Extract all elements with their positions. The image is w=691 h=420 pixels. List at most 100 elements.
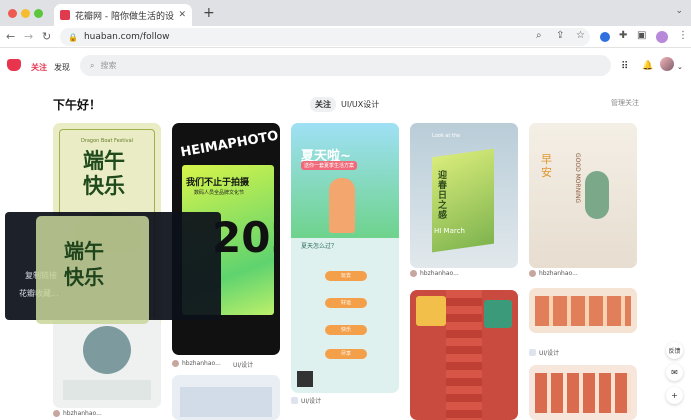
pin-card[interactable] — [410, 290, 518, 420]
avatar[interactable] — [660, 57, 674, 71]
tab-follow[interactable]: 关注 — [310, 97, 336, 112]
browser-tab[interactable]: 花瓣网 - 陪你做生活的设计师（发现... ✕ — [54, 4, 192, 26]
pin-card[interactable] — [172, 375, 280, 420]
zoom-icon[interactable]: ⌕ — [536, 30, 542, 41]
card-user[interactable]: hbzhanhao... — [420, 270, 459, 277]
card-text: HI March — [434, 227, 465, 235]
card-heading: 早安 — [541, 153, 552, 179]
nav-discover[interactable]: 发现 — [54, 62, 70, 73]
card-heading: 迎春日之感 — [438, 171, 448, 221]
forward-icon[interactable]: → — [24, 30, 33, 43]
card-board-label[interactable]: UI/设计 — [301, 396, 321, 405]
card-subtitle: 送你一套夏季生活方案 — [301, 161, 358, 170]
pin-card[interactable] — [529, 288, 637, 333]
illustration — [180, 387, 272, 417]
card-board-label[interactable]: UI/设计 — [539, 348, 559, 357]
star-icon[interactable]: ☆ — [576, 30, 585, 41]
avatar[interactable] — [172, 360, 179, 367]
illustration — [585, 171, 609, 219]
minimize-window-button[interactable] — [21, 9, 30, 18]
chevron-down-icon[interactable]: ⌄ — [677, 63, 683, 71]
puzzle-icon[interactable]: ✚ — [619, 30, 627, 41]
search-placeholder: 搜索 — [100, 61, 117, 70]
qr-code — [297, 371, 313, 387]
card-meta: UI/设计 — [291, 396, 321, 405]
pin-card[interactable] — [529, 365, 637, 420]
track-illustration — [446, 290, 482, 420]
card-text: Look at the — [432, 133, 461, 139]
card-user[interactable]: hbzhanhao... — [539, 270, 578, 277]
board-icon — [529, 349, 536, 356]
search-icon: ⌕ — [90, 60, 95, 70]
new-tab-button[interactable]: + — [203, 5, 215, 21]
plus-icon[interactable]: + — [666, 387, 683, 404]
card-meta: hbzhanhao... — [410, 270, 459, 277]
reload-icon[interactable]: ↻ — [42, 30, 51, 43]
board-icon — [291, 397, 298, 404]
avatar[interactable] — [53, 410, 60, 417]
tab-uiux[interactable]: UI/UX设计 — [336, 97, 384, 112]
card-board-label: UI/设计 — [233, 362, 254, 369]
close-tab-icon[interactable]: ✕ — [178, 10, 186, 20]
card-heading-line2: 快乐 — [64, 265, 104, 289]
pin-card[interactable]: 迎春日之感 HI March Look at the — [410, 123, 518, 268]
manage-follow-button[interactable]: 管理关注 — [611, 98, 639, 108]
grid-icon[interactable]: ⠿ — [621, 61, 628, 72]
profile-icon[interactable] — [656, 31, 668, 43]
card-meta: UI/设计 — [529, 348, 559, 357]
illustration — [535, 296, 631, 326]
illustration — [416, 296, 446, 326]
share-icon[interactable]: ⇪ — [556, 30, 564, 41]
card-heading: HEIMAPHOTO — [179, 128, 280, 161]
mail-icon[interactable]: ✉ — [666, 364, 683, 381]
site-header: 关注 发现 ⌕ 搜索 ⠿ 🔔 ⌄ — [0, 48, 691, 82]
illustration — [484, 300, 512, 328]
feedback-button[interactable]: 反馈 — [666, 342, 683, 359]
huaban-logo[interactable] — [7, 59, 21, 71]
tab-search-icon[interactable]: ⌄ — [675, 6, 683, 16]
close-window-button[interactable] — [8, 9, 17, 18]
card-user[interactable]: hbzhanhao... — [182, 360, 221, 367]
card-subtitle: Dragon Boat Festival — [80, 138, 134, 144]
maximize-window-button[interactable] — [34, 9, 43, 18]
lock-icon: 🔒 — [68, 32, 78, 42]
favicon-icon — [60, 10, 70, 20]
pin-card[interactable]: 夏天啦~ 送你一套夏季生活方案 夏天怎么过？ 玩去 好运 快乐 尽享 — [291, 123, 399, 393]
illustration — [83, 326, 131, 374]
card-chip: 好运 — [325, 298, 367, 308]
tab-title: 花瓣网 - 陪你做生活的设计师（发现... — [75, 11, 174, 22]
card-meta: hbzhanhao... — [53, 410, 102, 417]
card-chip: 尽享 — [325, 349, 367, 359]
card-heading-line2: 快乐 — [83, 174, 125, 198]
drag-preview-thumbnail[interactable]: 端午 快乐 — [36, 216, 149, 324]
bell-icon[interactable]: 🔔 — [642, 61, 653, 71]
card-text: 夏天怎么过？ — [301, 243, 338, 250]
pin-card[interactable]: 早安 GOOD MORNING — [529, 123, 637, 268]
card-chip: 快乐 — [325, 325, 367, 335]
card-heading-line1: 端午 — [64, 239, 104, 263]
back-icon[interactable]: ← — [6, 30, 15, 43]
browser-toolbar: ← → ↻ 🔒 huaban.com/follow ⌕ ⇪ ☆ ✚ ▣ ⋮ — [0, 26, 691, 48]
hiker-illustration — [329, 178, 355, 233]
card-meta: hbzhanhao... — [529, 270, 578, 277]
sidebar-icon[interactable]: ▣ — [637, 30, 646, 41]
card-user[interactable]: hbzhanhao... — [63, 410, 102, 417]
menu-icon[interactable]: ⋮ — [678, 30, 688, 41]
card-text: 我们不止于拍摄 — [186, 178, 250, 188]
card-year: 2022 — [212, 213, 280, 262]
nav-follow[interactable]: 关注 — [31, 62, 47, 73]
card-text: GOOD MORNING — [574, 153, 581, 204]
pin-card[interactable] — [53, 318, 161, 408]
browser-tab-strip: 花瓣网 - 陪你做生活的设计师（发现... ✕ + ⌄ — [0, 0, 691, 26]
avatar[interactable] — [410, 270, 417, 277]
card-heading: 端午 快乐 — [64, 238, 104, 290]
card-chip: 玩去 — [325, 271, 367, 281]
avatar[interactable] — [529, 270, 536, 277]
address-bar[interactable]: 🔒 huaban.com/follow — [60, 28, 590, 46]
card-board[interactable]: UI/设计 — [233, 360, 253, 369]
illustration — [535, 373, 631, 413]
search-input[interactable]: ⌕ 搜索 — [80, 55, 611, 76]
address-url: huaban.com/follow — [83, 32, 170, 42]
extension-icon[interactable] — [600, 32, 610, 42]
card-heading-line1: 端午 — [83, 149, 125, 173]
